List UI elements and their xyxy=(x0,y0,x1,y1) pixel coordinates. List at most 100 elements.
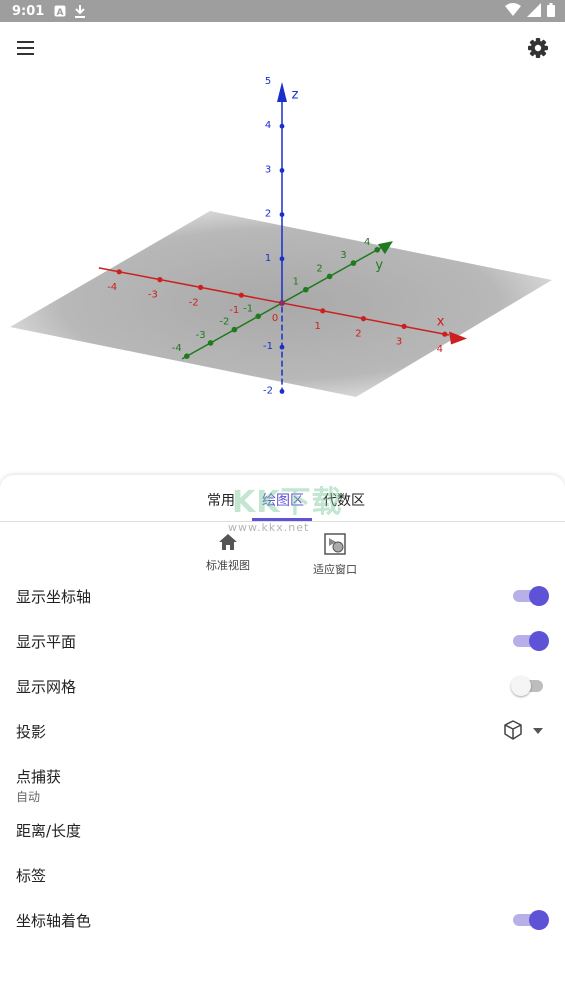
svg-text:A: A xyxy=(57,8,64,17)
y-axis-tick-mark xyxy=(207,340,214,346)
z-axis-tick-label: -2 xyxy=(263,385,273,396)
y-axis-tick-label: 2 xyxy=(316,263,322,274)
axis-coloring-toggle[interactable] xyxy=(513,910,549,930)
x-axis-tick-mark xyxy=(401,323,407,329)
distance-label: 距离/长度 xyxy=(16,822,82,840)
z-axis-tick-mark xyxy=(279,389,285,394)
z-axis-tick-label: 1 xyxy=(265,253,271,264)
x-axis-tick-label: -3 xyxy=(148,290,158,301)
y-axis-tick-label: 1 xyxy=(293,277,299,288)
setting-row-labels[interactable]: 标签 xyxy=(0,855,565,895)
z-axis-tick-label: 2 xyxy=(265,209,271,220)
z-axis-tick-mark xyxy=(279,123,285,129)
z-axis-tick-mark xyxy=(279,344,285,350)
x-axis-tick-label: 0 xyxy=(272,313,278,324)
menu-button[interactable] xyxy=(16,40,36,56)
y-axis-tick-mark xyxy=(231,326,238,333)
y-axis-tick-label: -1 xyxy=(243,303,253,314)
settings-panel: 常用 绘图区 代数区 KK下载 www.kkx.net 标准视图 适应窗口 显示… xyxy=(0,475,565,1004)
x-axis-name: x xyxy=(437,315,445,330)
labels-label: 标签 xyxy=(16,867,47,885)
setting-row-point-capture[interactable]: 点捕获 自动 xyxy=(0,756,565,806)
x-axis-tick-mark xyxy=(320,308,326,314)
show-axes-toggle[interactable] xyxy=(513,586,549,606)
standard-view-button[interactable]: 标准视图 xyxy=(188,533,268,573)
show-axes-label: 显示坐标轴 xyxy=(16,588,92,606)
x-axis-tick-label: -1 xyxy=(229,305,239,316)
y-axis-tick-label: -2 xyxy=(219,317,229,328)
status-time: 9:01 xyxy=(12,3,45,19)
x-axis-tick-mark xyxy=(116,269,122,275)
download-icon xyxy=(75,4,86,18)
x-axis-tick-mark xyxy=(360,316,366,322)
setting-row-distance[interactable]: 距离/长度 xyxy=(0,810,565,850)
projection-dropdown[interactable] xyxy=(503,719,547,743)
gear-icon xyxy=(528,38,548,58)
cube-icon xyxy=(504,720,522,740)
x-axis-tick-label: 1 xyxy=(315,321,321,332)
y-axis-tick-label: -4 xyxy=(172,343,182,354)
fit-window-icon xyxy=(324,533,346,555)
y-axis-tick-label: -3 xyxy=(196,330,206,341)
signal-icon xyxy=(527,3,541,17)
x-axis-tick-label: -4 xyxy=(107,282,117,293)
origin-point xyxy=(279,300,285,306)
dropdown-arrow-icon xyxy=(533,728,543,734)
show-plane-toggle[interactable] xyxy=(513,631,549,651)
x-axis-tick-mark xyxy=(198,284,204,290)
y-axis-tick-mark xyxy=(184,353,190,360)
axis-coloring-label: 坐标轴着色 xyxy=(16,912,92,930)
standard-view-label: 标准视图 xyxy=(206,559,250,572)
settings-button[interactable] xyxy=(527,37,549,59)
status-bar: 9:01 A xyxy=(0,0,565,22)
show-plane-label: 显示平面 xyxy=(16,633,77,651)
battery-icon xyxy=(547,3,555,17)
x-axis-tick-label: -2 xyxy=(189,297,199,308)
hamburger-menu-icon xyxy=(17,41,34,55)
home-icon xyxy=(219,534,237,550)
y-axis-tick-mark xyxy=(326,273,333,280)
z-axis-arrow xyxy=(277,82,287,102)
panel-tabs: 常用 绘图区 代数区 KK下载 www.kkx.net xyxy=(0,475,565,534)
y-axis-tick-label: 3 xyxy=(340,250,346,261)
y-axis-tick-mark xyxy=(255,313,261,320)
fit-window-button[interactable]: 适应窗口 xyxy=(295,533,375,577)
y-axis-name: y xyxy=(375,258,383,273)
notification-a-icon: A xyxy=(54,5,66,17)
show-grid-label: 显示网格 xyxy=(16,678,77,696)
point-capture-value: 自动 xyxy=(16,790,41,804)
graphics-3d-canvas[interactable]: -2-1 -4-3-2-101234x -4-3-2-11234y 12345z xyxy=(0,70,565,475)
top-app-bar xyxy=(0,22,565,74)
z-axis-tick-mark xyxy=(279,168,285,173)
z-axis-tick-mark xyxy=(279,212,285,218)
z-axis-tick-mark xyxy=(279,256,285,262)
z-axis-tick-label: 5 xyxy=(265,76,271,87)
graphics-3d-view[interactable]: -2 -1 -4 -3 -2 -1 0 1 2 3 4 x -4 -3 -2 -1 1 2 3 4 y 12345z xyxy=(0,70,565,475)
point-capture-label: 点捕获 xyxy=(16,768,62,786)
z-axis-tick-label: 4 xyxy=(265,120,271,131)
fit-window-label: 适应窗口 xyxy=(313,563,357,576)
wifi-icon xyxy=(505,3,521,16)
y-axis-tick-mark xyxy=(303,286,309,293)
z-axis-tick-label: 3 xyxy=(265,164,271,175)
x-axis-tick-label: 2 xyxy=(355,329,361,340)
x-axis-tick-label: 3 xyxy=(396,336,402,347)
setting-row-projection: 投影 xyxy=(0,711,565,751)
y-axis-tick-mark xyxy=(350,260,357,266)
x-axis-tick-mark xyxy=(157,277,163,283)
x-axis-tick-label: 4 xyxy=(437,344,443,355)
setting-row-show-axes: 显示坐标轴 xyxy=(0,576,565,616)
tab-common[interactable]: 常用 xyxy=(207,490,235,510)
projection-label: 投影 xyxy=(16,723,47,741)
y-axis-tick-mark xyxy=(374,247,381,253)
tab-algebra[interactable]: 代数区 xyxy=(323,490,365,510)
active-tab-indicator xyxy=(252,518,312,521)
setting-row-show-grid: 显示网格 xyxy=(0,666,565,706)
x-axis-tick-mark xyxy=(238,292,244,298)
z-axis-name: z xyxy=(292,87,299,102)
tab-graphics[interactable]: 绘图区 xyxy=(262,490,304,510)
setting-row-show-plane: 显示平面 xyxy=(0,621,565,661)
setting-row-axis-coloring: 坐标轴着色 xyxy=(0,900,565,940)
x-axis-tick-mark xyxy=(442,331,448,337)
show-grid-toggle[interactable] xyxy=(511,676,547,696)
